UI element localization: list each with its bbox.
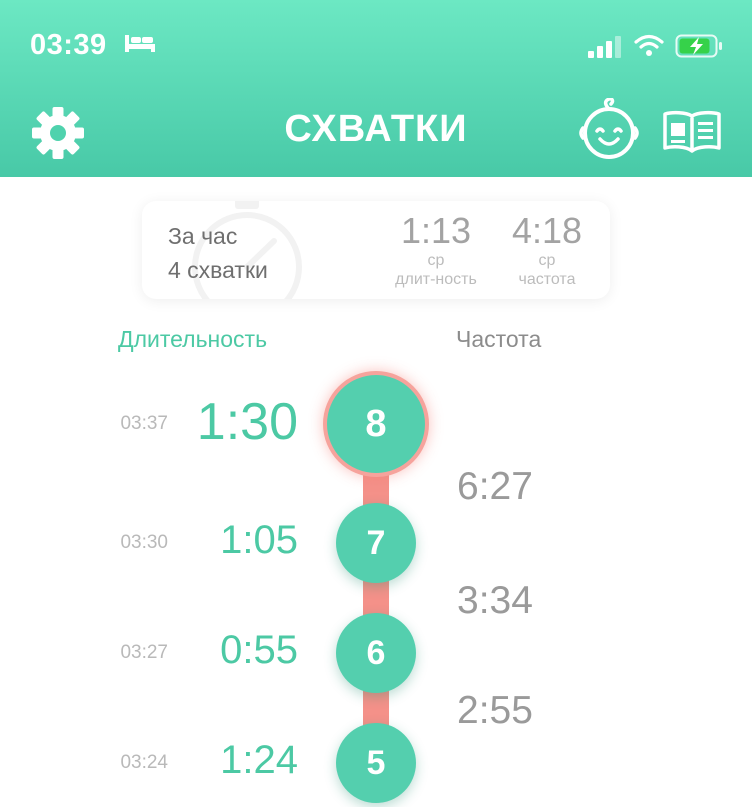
contraction-node[interactable]: 7 (336, 503, 416, 583)
contraction-timeline: 8 03:37 1:30 7 03:30 1:05 6 03:27 0:55 5 03:24 1:24… (0, 0, 752, 807)
contraction-duration: 1:24 (220, 738, 298, 782)
app-screen: 03:39 СХВАТКИ За час 4 схватки 1:13 ср д… (0, 0, 752, 807)
contraction-node[interactable]: 6 (336, 613, 416, 693)
contraction-duration: 0:55 (220, 628, 298, 672)
contraction-interval: 3:34 (457, 579, 533, 622)
contraction-node[interactable]: 5 (336, 723, 416, 803)
contraction-interval: 2:55 (457, 689, 533, 732)
contraction-duration: 1:05 (220, 518, 298, 562)
contraction-interval: 6:27 (457, 464, 533, 508)
contraction-duration: 1:30 (196, 393, 298, 451)
contraction-node[interactable]: 8 (327, 375, 425, 473)
